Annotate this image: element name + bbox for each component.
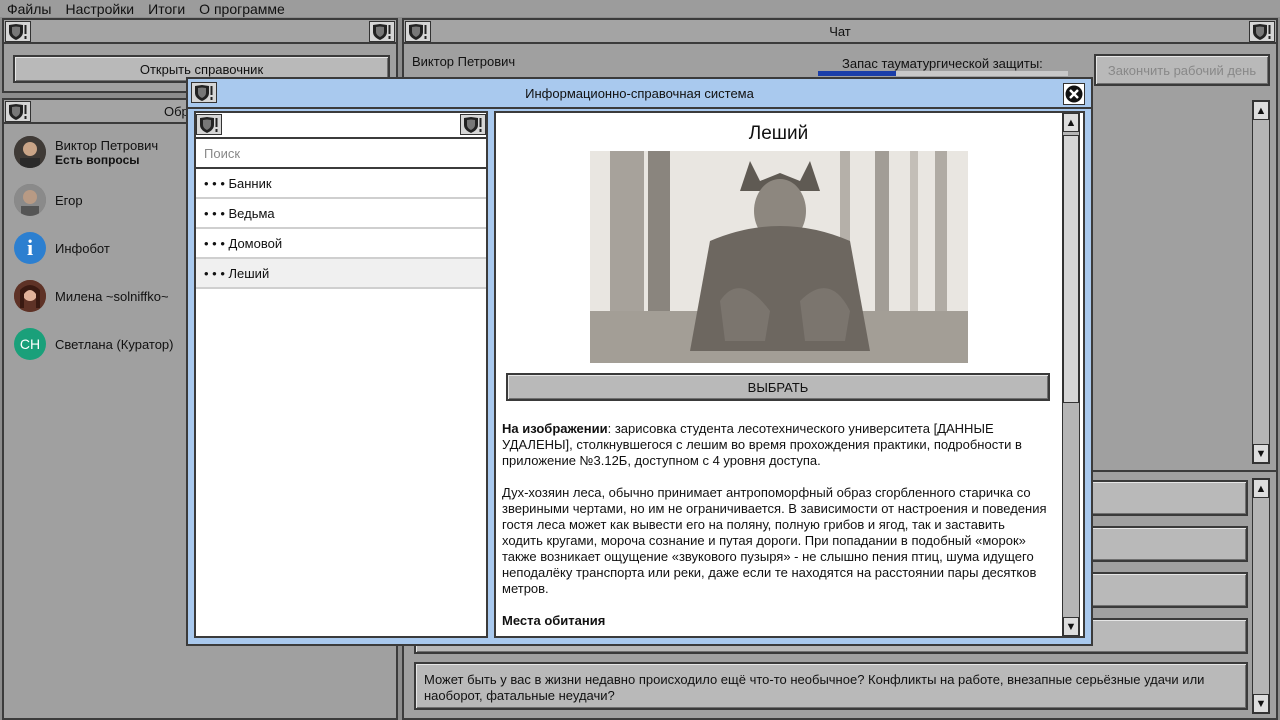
avatar: СН xyxy=(14,328,46,360)
reference-system-dialog: Информационно-справочная система Поиск •… xyxy=(186,77,1093,646)
article-list-pane: Поиск • • • Банник • • • Ведьма • • • До… xyxy=(194,111,488,638)
shield-warning-icon[interactable] xyxy=(460,114,486,135)
scroll-up-icon[interactable]: ▲ xyxy=(1253,101,1269,120)
contact-status: Есть вопросы xyxy=(55,152,140,167)
avatar xyxy=(14,184,46,216)
contact-milena[interactable]: Милена ~solniffko~ xyxy=(14,274,169,318)
scroll-up-icon[interactable]: ▲ xyxy=(1063,113,1079,132)
contact-viktor[interactable]: Виктор Петрович Есть вопросы xyxy=(14,130,158,174)
article-body: Дух-хозяин леса, обычно принимает антроп… xyxy=(502,485,1047,596)
scroll-down-icon[interactable]: ▼ xyxy=(1063,617,1079,636)
contact-name: Егор xyxy=(55,192,83,208)
chat-titlebar: Чат xyxy=(404,20,1276,44)
menu-results[interactable]: Итоги xyxy=(148,1,185,17)
menu-about[interactable]: О программе xyxy=(199,1,285,17)
protection-progress xyxy=(818,71,1068,76)
list-item-vedma[interactable]: • • • Ведьма xyxy=(196,199,486,229)
list-item-domovoy[interactable]: • • • Домовой xyxy=(196,229,486,259)
scroll-down-icon[interactable]: ▼ xyxy=(1253,694,1269,713)
contact-name: Милена ~solniffko~ xyxy=(55,288,169,304)
select-button[interactable]: ВЫБРАТЬ xyxy=(506,373,1050,401)
dialog-titlebar: Информационно-справочная система xyxy=(188,79,1091,109)
contact-egor[interactable]: Егор xyxy=(14,178,83,222)
options-scrollbar[interactable]: ▲ ▼ xyxy=(1252,478,1270,714)
panel-titlebar xyxy=(4,20,396,44)
scroll-thumb[interactable] xyxy=(1063,135,1079,403)
contact-svetlana[interactable]: СН Светлана (Куратор) xyxy=(14,322,173,366)
chat-scrollbar[interactable]: ▲ ▼ xyxy=(1252,100,1270,464)
article-text: На изображении: зарисовка студента лесот… xyxy=(502,421,1048,636)
dialog-title: Информационно-справочная система xyxy=(525,85,754,101)
list-item-bannik[interactable]: • • • Банник xyxy=(196,169,486,199)
search-placeholder: Поиск xyxy=(204,145,241,161)
leshiy-illustration xyxy=(590,151,968,363)
section-heading: Места обитания xyxy=(502,613,606,628)
chat-message-text: Может быть у вас в жизни недавно происхо… xyxy=(424,672,1205,703)
chat-contact-name: Виктор Петрович xyxy=(412,54,516,69)
menu-settings[interactable]: Настройки xyxy=(65,1,134,17)
shield-warning-icon[interactable] xyxy=(369,21,395,42)
shield-warning-icon[interactable] xyxy=(5,101,31,122)
article-pane: Леший ВЫБРАТЬ На изображении: зарисовка … xyxy=(494,111,1085,638)
protection-label: Запас тауматургической защиты: xyxy=(842,56,1043,71)
shield-warning-icon[interactable] xyxy=(1249,21,1275,42)
contact-name: Светлана (Куратор) xyxy=(55,336,174,352)
close-icon[interactable] xyxy=(1063,83,1085,105)
contact-name: Инфобот xyxy=(55,240,110,256)
article-title: Леший xyxy=(748,123,809,144)
article-scrollbar[interactable]: ▲ ▼ xyxy=(1062,113,1080,636)
list-item-leshiy[interactable]: • • • Леший xyxy=(196,259,486,289)
contact-infobot[interactable]: i Инфобот xyxy=(14,226,110,270)
avatar xyxy=(14,280,46,312)
end-day-button[interactable]: Закончить рабочий день xyxy=(1094,54,1270,86)
list-toolbar xyxy=(196,113,486,139)
protection-progress-fill xyxy=(818,71,896,76)
shield-warning-icon[interactable] xyxy=(196,114,222,135)
chat-message-option[interactable]: Может быть у вас в жизни недавно происхо… xyxy=(414,662,1248,710)
contact-name: Виктор Петрович xyxy=(55,137,159,153)
menu-bar: Файлы Настройки Итоги О программе xyxy=(0,0,1280,17)
search-input[interactable]: Поиск xyxy=(196,139,486,169)
chat-title: Чат xyxy=(829,23,851,39)
image-caption: На изображении: зарисовка студента лесот… xyxy=(502,421,1022,468)
menu-files[interactable]: Файлы xyxy=(7,1,51,17)
shield-warning-icon[interactable] xyxy=(191,82,217,103)
scroll-up-icon[interactable]: ▲ xyxy=(1253,479,1269,498)
shield-warning-icon[interactable] xyxy=(405,21,431,42)
info-icon: i xyxy=(14,232,46,264)
scroll-down-icon[interactable]: ▼ xyxy=(1253,444,1269,463)
shield-warning-icon[interactable] xyxy=(5,21,31,42)
avatar xyxy=(14,136,46,168)
